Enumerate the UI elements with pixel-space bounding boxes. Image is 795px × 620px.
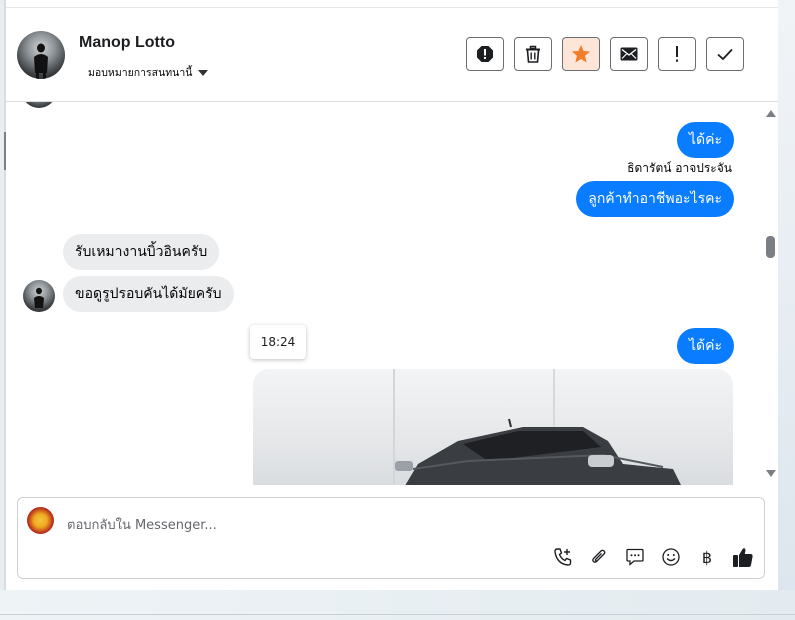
chat-bubble-icon: [626, 548, 644, 566]
smiley-icon: [662, 548, 680, 566]
delete-button[interactable]: [514, 37, 552, 71]
message-bubble-outgoing[interactable]: ได้ค่ะ: [676, 122, 734, 158]
message-sender-name: ธิดารัตน์ อาจประจัน: [627, 161, 732, 175]
saved-replies-button[interactable]: [624, 546, 646, 568]
contact-name[interactable]: Manop Lotto: [79, 34, 175, 52]
call-button[interactable]: [552, 546, 574, 568]
payment-button[interactable]: ฿: [696, 546, 718, 568]
like-button[interactable]: [732, 546, 754, 568]
contact-avatar-small: [23, 102, 55, 108]
contact-avatar[interactable]: [17, 31, 65, 79]
follow-up-button[interactable]: [658, 37, 696, 71]
scroll-down-arrow-icon[interactable]: [766, 470, 776, 477]
taskbar-divider: [0, 614, 795, 615]
star-button[interactable]: [562, 37, 600, 71]
thumbs-up-icon: [733, 548, 753, 567]
paperclip-icon: [592, 549, 606, 563]
message-scrollbar[interactable]: [764, 102, 778, 485]
chevron-down-icon: [198, 69, 209, 76]
exclamation-icon: [676, 46, 678, 62]
person-silhouette-icon: [34, 287, 44, 308]
scrollbar-thumb[interactable]: [766, 236, 775, 258]
baht-icon: ฿: [701, 547, 713, 567]
reply-input[interactable]: ตอบกลับใน Messenger...: [67, 514, 217, 535]
emoji-button[interactable]: [660, 546, 682, 568]
assign-label: มอบหมายการสนทนานี้: [88, 67, 193, 79]
timestamp-tooltip: 18:24: [250, 325, 306, 359]
star-icon: [572, 45, 590, 63]
contact-avatar-small[interactable]: [23, 280, 55, 312]
scroll-up-arrow-icon[interactable]: [766, 110, 776, 117]
conversation-header: Manop Lotto มอบหมายการสนทนานี้: [4, 8, 778, 102]
mark-spam-button[interactable]: [466, 37, 504, 71]
desktop-background: [0, 590, 795, 620]
message-thread[interactable]: ได้ค่ะ ธิดารัตน์ อาจประจัน ลูกค้าทำอาชีพ…: [4, 102, 778, 485]
attach-button[interactable]: [588, 546, 610, 568]
message-bubble-outgoing[interactable]: ได้ค่ะ: [676, 328, 734, 364]
message-bubble-outgoing[interactable]: ลูกค้าทำอาชีพอะไรคะ: [576, 181, 734, 217]
check-icon: [717, 48, 733, 61]
phone-plus-icon: [554, 548, 572, 566]
mark-done-button[interactable]: [706, 37, 744, 71]
reply-composer[interactable]: ตอบกลับใน Messenger... ฿: [17, 497, 765, 579]
mark-unread-button[interactable]: [610, 37, 648, 71]
person-silhouette-icon: [34, 43, 48, 79]
message-bubble-incoming[interactable]: รับเหมางานบิ้วอินครับ: [63, 234, 220, 270]
assign-conversation-dropdown[interactable]: มอบหมายการสนทนานี้: [88, 64, 209, 81]
octagon-exclamation-icon: [477, 46, 493, 62]
message-image-car[interactable]: [253, 369, 733, 485]
envelope-icon: [620, 47, 638, 61]
message-bubble-incoming[interactable]: ขอดูรูปรอบคันได้มัยครับ: [63, 276, 234, 312]
page-avatar: [27, 507, 54, 534]
conversation-panel: Manop Lotto มอบหมายการสนทนานี้ ได้ค่ะ ธิ…: [4, 0, 778, 590]
car-photo: [393, 369, 681, 485]
window-edge: [778, 0, 795, 590]
trash-icon: [526, 45, 540, 63]
